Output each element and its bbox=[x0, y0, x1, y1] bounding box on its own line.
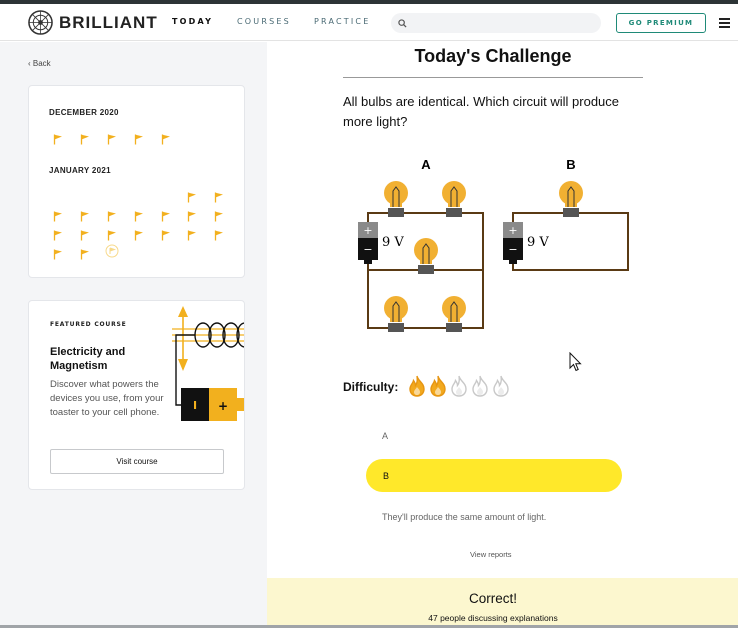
brilliant-logo[interactable]: BRILLIANT bbox=[28, 10, 158, 35]
flag-icon[interactable] bbox=[80, 130, 90, 145]
page-title: Today's Challenge bbox=[414, 46, 572, 66]
month-label-december: DECEMBER 2020 bbox=[49, 108, 119, 117]
circuit-label-b: B bbox=[566, 157, 575, 172]
light-bulb-icon bbox=[384, 296, 408, 332]
flag-icon[interactable] bbox=[134, 207, 144, 222]
light-bulb-icon bbox=[414, 238, 438, 274]
featured-course-description: Discover what powers the devices you use… bbox=[50, 379, 164, 418]
challenge-calendar: DECEMBER 2020 JANUARY 2021 bbox=[28, 85, 245, 278]
battery-a: + − bbox=[358, 222, 378, 264]
battery-b-plus: + bbox=[508, 224, 517, 237]
month-label-january: JANUARY 2021 bbox=[49, 166, 111, 175]
voltage-label-b: 9 V bbox=[527, 235, 549, 250]
flag-icon[interactable] bbox=[214, 226, 224, 241]
search-input[interactable] bbox=[391, 13, 601, 33]
flag-icon[interactable] bbox=[80, 226, 90, 241]
answer-option-same[interactable]: They'll produce the same amount of light… bbox=[382, 512, 546, 522]
battery-a-minus: − bbox=[363, 243, 372, 256]
top-navigation-bar: BRILLIANT TODAY COURSES PRACTICE GO PREM… bbox=[0, 4, 738, 41]
visit-course-button[interactable]: Visit course bbox=[50, 449, 224, 474]
go-premium-button[interactable]: GO PREMIUM bbox=[616, 13, 706, 33]
flag-icon[interactable] bbox=[80, 245, 90, 260]
flag-icon[interactable] bbox=[187, 188, 197, 203]
electromagnetism-illustration: I + bbox=[172, 306, 244, 421]
nav-today[interactable]: TODAY bbox=[172, 17, 213, 26]
light-bulb-icon bbox=[384, 181, 408, 217]
flag-icon[interactable] bbox=[187, 207, 197, 222]
flag-icon[interactable] bbox=[214, 207, 224, 222]
flag-icon[interactable] bbox=[53, 130, 63, 145]
circuit-label-a: A bbox=[421, 157, 431, 172]
result-banner: Correct! 47 people discussing explanatio… bbox=[267, 578, 738, 628]
nav-practice[interactable]: PRACTICE bbox=[314, 17, 370, 26]
flag-icon[interactable] bbox=[105, 243, 119, 258]
featured-course-label: FEATURED COURSE bbox=[50, 321, 127, 328]
flag-icon[interactable] bbox=[53, 207, 63, 222]
flame-icon bbox=[408, 375, 426, 401]
brand-name: BRILLIANT bbox=[59, 12, 158, 32]
difficulty-label: Difficulty: bbox=[343, 380, 399, 394]
flame-icon bbox=[492, 375, 510, 401]
flag-icon[interactable] bbox=[214, 188, 224, 203]
flag-icon[interactable] bbox=[187, 226, 197, 241]
battery-b: + − bbox=[503, 222, 523, 264]
discussion-count[interactable]: 47 people discussing explanations bbox=[267, 613, 719, 623]
flag-icon[interactable] bbox=[107, 130, 117, 145]
light-bulb-icon bbox=[559, 181, 583, 217]
flag-icon[interactable] bbox=[107, 207, 117, 222]
challenge-question: All bulbs are identical. Which circuit w… bbox=[343, 94, 620, 129]
flag-icon[interactable] bbox=[53, 245, 63, 260]
flame-icon bbox=[450, 375, 468, 401]
battery-b-minus: − bbox=[508, 243, 517, 256]
battery-plus-symbol: + bbox=[218, 399, 228, 413]
featured-course-title: Electricity and Magnetism bbox=[50, 346, 126, 372]
flag-icon[interactable] bbox=[107, 226, 117, 241]
flag-icon[interactable] bbox=[53, 226, 63, 241]
light-bulb-icon bbox=[442, 181, 466, 217]
battery-a-plus: + bbox=[363, 224, 372, 237]
flag-icon[interactable] bbox=[80, 207, 90, 222]
battery-minus-symbol: I bbox=[193, 399, 197, 412]
circuit-diagram: A B + − 9 V + − 9 V bbox=[358, 157, 629, 332]
difficulty-rating bbox=[408, 375, 510, 401]
flag-icon[interactable] bbox=[161, 130, 171, 145]
light-bulb-icon bbox=[442, 296, 466, 332]
sidebar: ‹ Back DECEMBER 2020 JANUARY 2021 FEATUR… bbox=[0, 42, 267, 628]
title-divider bbox=[343, 77, 643, 78]
answer-option-b-label: B bbox=[383, 470, 390, 481]
answer-option-b[interactable]: B bbox=[366, 459, 622, 492]
voltage-label-a: 9 V bbox=[382, 235, 404, 250]
view-reports-link[interactable]: View reports bbox=[470, 550, 512, 559]
flag-icon[interactable] bbox=[161, 207, 171, 222]
flame-icon bbox=[471, 375, 489, 401]
back-label: Back bbox=[32, 59, 51, 68]
nav-courses[interactable]: COURSES bbox=[237, 17, 291, 26]
answer-option-a[interactable]: A bbox=[382, 431, 388, 441]
flame-icon bbox=[429, 375, 447, 401]
flag-icon[interactable] bbox=[134, 226, 144, 241]
mouse-cursor-icon bbox=[569, 352, 582, 372]
result-title: Correct! bbox=[468, 591, 517, 606]
flag-icon[interactable] bbox=[161, 226, 171, 241]
flag-icon[interactable] bbox=[134, 130, 144, 145]
featured-course-card: FEATURED COURSE Electricity and Magnetis… bbox=[28, 300, 245, 490]
back-link[interactable]: ‹ Back bbox=[28, 59, 51, 68]
search-icon bbox=[398, 18, 407, 28]
hamburger-icon[interactable] bbox=[719, 18, 730, 30]
brilliant-logo-icon bbox=[28, 10, 53, 35]
